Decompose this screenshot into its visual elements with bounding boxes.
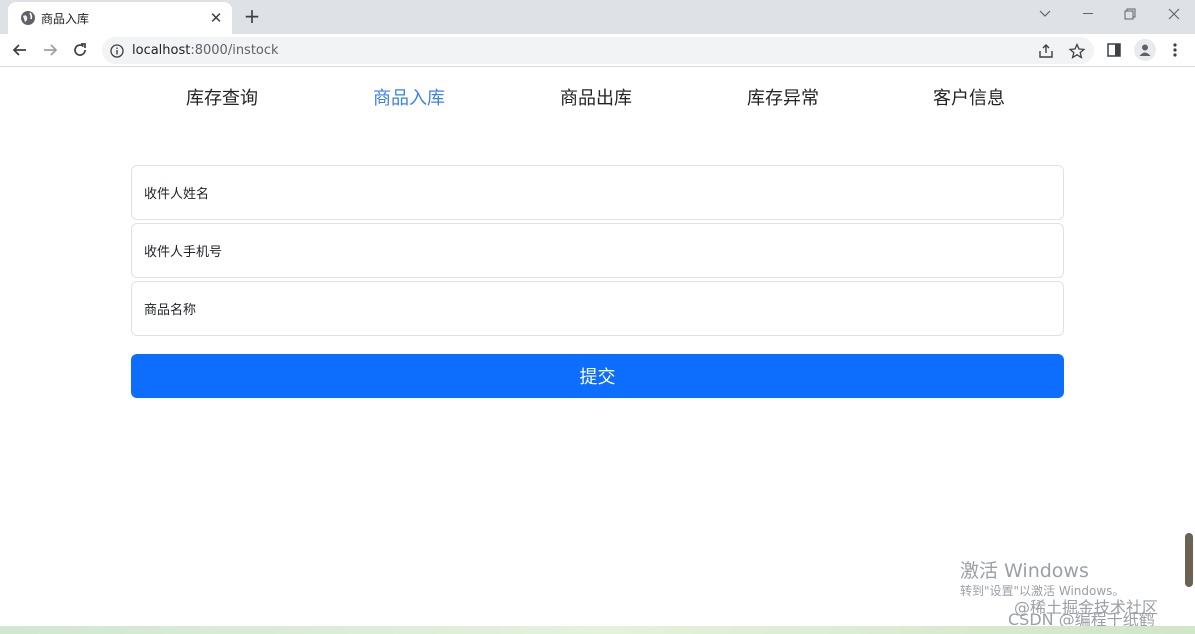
- forward-icon[interactable]: [40, 40, 60, 60]
- side-panel-icon[interactable]: [1105, 41, 1123, 59]
- reload-icon[interactable]: [70, 40, 90, 60]
- activate-windows-title: 激活 Windows: [960, 560, 1089, 582]
- url-host: localhost: [132, 43, 191, 58]
- globe-icon: [20, 10, 36, 26]
- recipient-name-placeholder: 收件人姓名: [144, 187, 210, 202]
- url-text: localhost:8000/instock: [132, 43, 279, 58]
- profile-avatar-icon[interactable]: [1134, 39, 1156, 61]
- submit-button[interactable]: 提交: [131, 354, 1064, 398]
- nav-inventory-exception[interactable]: 库存异常: [747, 84, 819, 110]
- recipient-phone-placeholder: 收件人手机号: [144, 245, 223, 260]
- nav-inventory-query[interactable]: 库存查询: [186, 84, 258, 110]
- tab-strip: 商品入库 ✕ +: [0, 0, 1195, 34]
- restore-icon[interactable]: [1120, 6, 1140, 22]
- main-nav: 库存查询 商品入库 商品出库 库存异常 客户信息: [0, 84, 1195, 114]
- menu-kebab-icon[interactable]: [1166, 41, 1184, 59]
- recipient-name-input[interactable]: 收件人姓名: [131, 165, 1064, 220]
- back-icon[interactable]: [10, 40, 30, 60]
- minimize-icon[interactable]: [1078, 6, 1098, 22]
- new-tab-icon[interactable]: +: [242, 4, 262, 28]
- share-icon[interactable]: [1037, 42, 1055, 60]
- tab-search-icon[interactable]: [1035, 6, 1055, 22]
- address-bar[interactable]: localhost:8000/instock: [102, 37, 1094, 64]
- bookmark-star-icon[interactable]: [1068, 42, 1086, 60]
- url-path: :8000/instock: [190, 43, 279, 58]
- scrollbar-thumb[interactable]: [1185, 533, 1193, 587]
- product-name-input[interactable]: 商品名称: [131, 281, 1064, 336]
- tab-title: 商品入库: [41, 12, 90, 26]
- taskbar-edge: [0, 626, 1195, 634]
- browser-toolbar: localhost:8000/instock: [0, 34, 1195, 67]
- close-window-icon[interactable]: [1164, 6, 1184, 22]
- nav-customer-info[interactable]: 客户信息: [933, 84, 1005, 110]
- nav-stock-in[interactable]: 商品入库: [373, 84, 445, 110]
- close-tab-icon[interactable]: ✕: [208, 9, 224, 27]
- site-info-icon[interactable]: [110, 43, 124, 58]
- nav-stock-out[interactable]: 商品出库: [560, 84, 632, 110]
- browser-tab[interactable]: 商品入库 ✕: [8, 2, 232, 34]
- recipient-phone-input[interactable]: 收件人手机号: [131, 223, 1064, 278]
- product-name-placeholder: 商品名称: [144, 303, 197, 318]
